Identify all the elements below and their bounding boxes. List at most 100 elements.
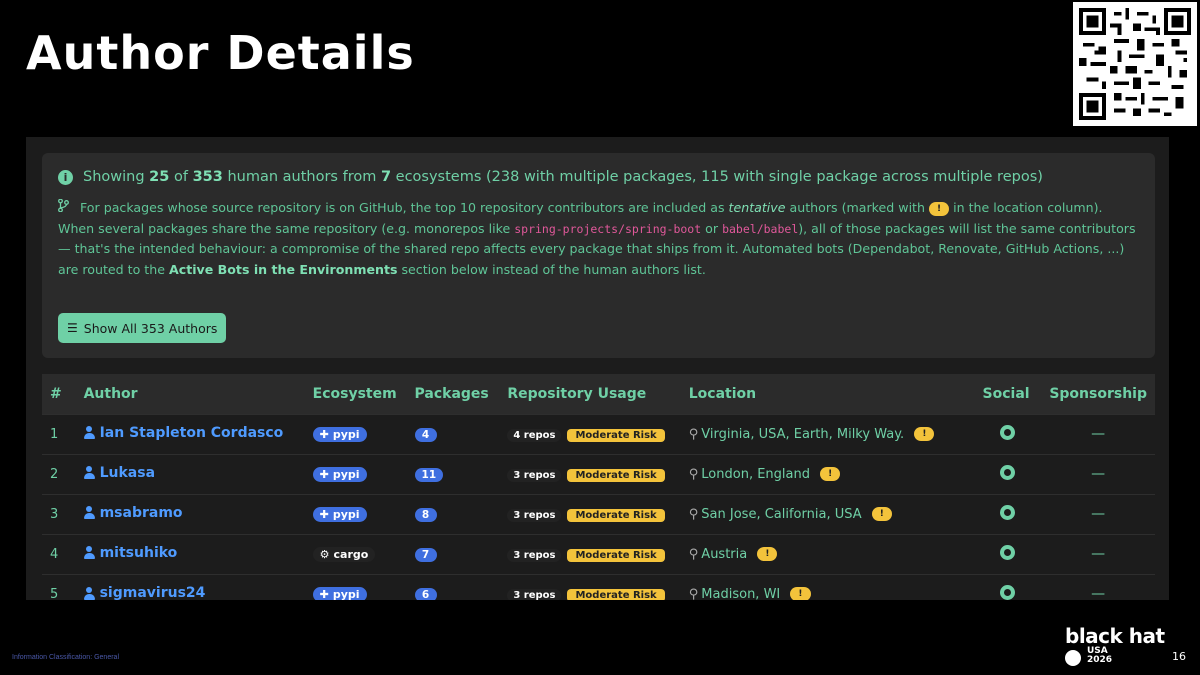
row-index: 4 xyxy=(50,546,59,562)
user-icon xyxy=(83,466,95,480)
author-link[interactable]: mitsuhiko xyxy=(83,544,178,561)
author-cell: Lukasa xyxy=(76,454,305,494)
tentative-marker-chip: ! xyxy=(929,201,950,216)
location-cell: ⚲ San Jose, California, USA ! xyxy=(681,494,975,534)
author-link[interactable]: Lukasa xyxy=(83,464,156,481)
desc-tentative: tentative xyxy=(728,200,786,215)
location-cell: ⚲ London, England ! xyxy=(681,454,975,494)
ecosystem-cell: ⚙ cargo xyxy=(305,534,407,574)
sponsorship-cell: — xyxy=(1091,586,1106,600)
col-index: # xyxy=(50,385,62,402)
packages-badge[interactable]: 11 xyxy=(414,467,444,482)
table-row: 5 sigmavirus24 ✚ pypi 6 3 repos Moderate Risk ⚲… xyxy=(42,574,1155,600)
risk-badge: Moderate Risk xyxy=(567,468,665,482)
location-text: Madison, WI xyxy=(701,586,781,600)
gear-icon: ⚙ xyxy=(319,547,330,561)
col-ecosystem: Ecosystem xyxy=(312,385,397,402)
location-cell: ⚲ Virginia, USA, Earth, Milky Way. ! xyxy=(681,414,975,454)
ecosystem-label: cargo xyxy=(333,547,369,561)
github-icon[interactable] xyxy=(1000,584,1016,600)
author-link[interactable]: msabramo xyxy=(83,504,183,521)
author-name: Lukasa xyxy=(99,464,156,481)
repo-usage-cell: 3 repos Moderate Risk xyxy=(499,574,680,600)
map-pin-icon: ⚲ xyxy=(688,426,699,442)
ecosystem-cell: ✚ pypi xyxy=(305,454,407,494)
repos-badge: 3 repos xyxy=(507,548,562,562)
summary-showing: Showing xyxy=(83,169,145,185)
authors-panel: i Showing 25 of 353 human authors from 7… xyxy=(26,137,1169,600)
qr-code xyxy=(1073,2,1197,126)
ecosystem-cell: ✚ pypi xyxy=(305,414,407,454)
author-link[interactable]: Ian Stapleton Cordasco xyxy=(83,425,283,441)
packages-badge[interactable]: 4 xyxy=(414,427,437,442)
author-cell: mitsuhiko xyxy=(76,534,305,574)
ecosystem-label: pypi xyxy=(332,507,360,521)
author-link[interactable]: sigmavirus24 xyxy=(83,585,206,600)
summary-rest: ecosystems (238 with multiple packages, … xyxy=(395,169,1043,185)
ecosystem-label: pypi xyxy=(332,467,360,481)
packages-badge[interactable]: 8 xyxy=(414,507,437,522)
author-name: sigmavirus24 xyxy=(99,585,206,600)
author-name: msabramo xyxy=(99,504,183,521)
ecosystem-label: pypi xyxy=(332,587,360,600)
black-hat-logo: black hat USA 2026 xyxy=(1065,625,1165,666)
row-index: 5 xyxy=(50,586,59,600)
packages-cell: 4 xyxy=(407,414,500,454)
repo-usage-cell: 3 repos Moderate Risk xyxy=(499,534,680,574)
github-icon[interactable] xyxy=(1000,544,1016,560)
row-index: 3 xyxy=(50,506,59,522)
risk-badge: Moderate Risk xyxy=(567,508,665,522)
ecosystem-count: 7 xyxy=(380,169,392,185)
map-pin-icon: ⚲ xyxy=(688,546,699,562)
packages-badge[interactable]: 6 xyxy=(414,587,437,600)
sponsorship-cell: — xyxy=(1091,506,1106,522)
packages-cell: 11 xyxy=(407,454,500,494)
col-author: Author xyxy=(83,385,138,402)
location-cell: ⚲ Madison, WI ! xyxy=(681,574,975,600)
risk-badge: Moderate Risk xyxy=(567,588,665,600)
social-cell xyxy=(975,414,1042,454)
ecosystem-badge: ✚ pypi xyxy=(312,466,367,482)
desc-bots-section: Active Bots in the Environments xyxy=(168,261,398,277)
shown-count: 25 xyxy=(149,169,170,185)
desc-part-2: authors (marked with xyxy=(789,200,925,215)
repos-badge: 4 repos xyxy=(507,428,562,442)
repos-badge: 3 repos xyxy=(507,468,562,482)
packages-badge[interactable]: 7 xyxy=(414,547,437,562)
ecosystem-label: pypi xyxy=(332,427,360,441)
user-icon xyxy=(83,546,95,560)
info-summary: i Showing 25 of 353 human authors from 7… xyxy=(58,169,1139,185)
show-all-authors-button[interactable]: ☰ Show All 353 Authors xyxy=(58,313,227,343)
ecosystem-badge: ✚ pypi xyxy=(312,426,367,442)
info-alert: i Showing 25 of 353 human authors from 7… xyxy=(42,153,1155,358)
repos-badge: 3 repos xyxy=(507,588,562,600)
tentative-flag: ! xyxy=(757,547,778,561)
table-row: 3 msabramo ✚ pypi 8 3 repos Moderate Risk ⚲ San … xyxy=(42,494,1155,534)
author-cell: Ian Stapleton Cordasco xyxy=(76,414,305,454)
total-count: 353 xyxy=(192,169,223,185)
user-icon xyxy=(83,506,95,520)
risk-badge: Moderate Risk xyxy=(567,428,665,442)
tentative-flag: ! xyxy=(820,467,841,481)
github-icon[interactable] xyxy=(1000,504,1016,520)
location-text: London, England xyxy=(701,466,810,482)
user-icon xyxy=(83,586,95,600)
repos-badge: 3 repos xyxy=(507,508,562,522)
github-icon[interactable] xyxy=(1000,424,1016,440)
summary-from: human authors from xyxy=(227,169,377,185)
author-name: mitsuhiko xyxy=(99,544,178,561)
repo-usage-cell: 3 repos Moderate Risk xyxy=(499,454,680,494)
tentative-flag: ! xyxy=(914,427,935,441)
github-icon[interactable] xyxy=(1000,464,1016,480)
python-icon: ✚ xyxy=(319,587,329,600)
page-number: 16 xyxy=(1172,650,1186,663)
globe-icon xyxy=(1065,650,1081,666)
sponsorship-cell: — xyxy=(1091,546,1106,562)
show-all-label: Show All 353 Authors xyxy=(83,320,218,336)
tentative-flag: ! xyxy=(790,587,811,600)
col-packages: Packages xyxy=(414,385,489,402)
col-repository-usage: Repository Usage xyxy=(507,385,647,402)
user-icon xyxy=(83,426,95,440)
ecosystem-cell: ✚ pypi xyxy=(305,494,407,534)
social-cell xyxy=(975,534,1042,574)
